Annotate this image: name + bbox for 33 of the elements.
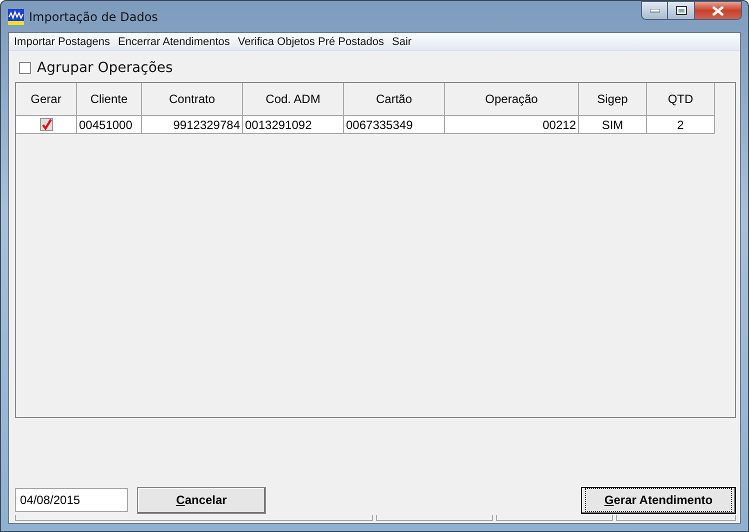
column-header[interactable]: QTD bbox=[647, 83, 715, 116]
checkbox-label: Agrupar Operações bbox=[37, 60, 173, 76]
menu-item[interactable]: Importar Postagens bbox=[13, 36, 117, 48]
table-cell: 2 bbox=[647, 116, 715, 134]
minimize-icon bbox=[650, 8, 660, 12]
close-icon bbox=[712, 6, 724, 16]
maximize-icon bbox=[676, 6, 686, 15]
table-cell: 00451000 bbox=[77, 116, 142, 134]
column-header[interactable]: Operação bbox=[445, 83, 579, 116]
table-cell: 0013291092 bbox=[243, 116, 344, 134]
date-field[interactable]: 04/08/2015 bbox=[15, 488, 128, 512]
menu-item[interactable]: Verifica Objetos Pré Postados bbox=[236, 36, 392, 48]
column-header[interactable]: Gerar bbox=[16, 83, 77, 116]
table-cell: SIM bbox=[579, 116, 647, 134]
checkbox[interactable] bbox=[40, 118, 52, 131]
window-title: Importação de Dados bbox=[29, 10, 158, 24]
maximize-button[interactable] bbox=[668, 1, 695, 20]
menu-item[interactable]: Encerrar Atendimentos bbox=[117, 36, 237, 48]
column-header[interactable]: Cod. ADM bbox=[243, 83, 344, 116]
table-cell: 0067335349 bbox=[344, 116, 445, 134]
table-cell: 00212 bbox=[445, 116, 579, 134]
column-header[interactable]: Cliente bbox=[77, 83, 142, 116]
minimize-button[interactable] bbox=[641, 1, 668, 20]
column-header[interactable]: Sigep bbox=[579, 83, 647, 116]
column-header[interactable]: Cartão bbox=[344, 83, 445, 116]
menu-item[interactable]: Sair bbox=[391, 36, 419, 48]
column-header[interactable]: Contrato bbox=[142, 83, 243, 116]
app-logo-icon bbox=[8, 8, 24, 24]
default-button[interactable]: Gerar Atendimento bbox=[581, 486, 736, 514]
close-button[interactable] bbox=[695, 1, 742, 20]
cancel-button[interactable]: Cancelar bbox=[137, 486, 266, 514]
table-cell: 9912329784 bbox=[142, 116, 243, 134]
checkbox[interactable] bbox=[19, 62, 31, 74]
